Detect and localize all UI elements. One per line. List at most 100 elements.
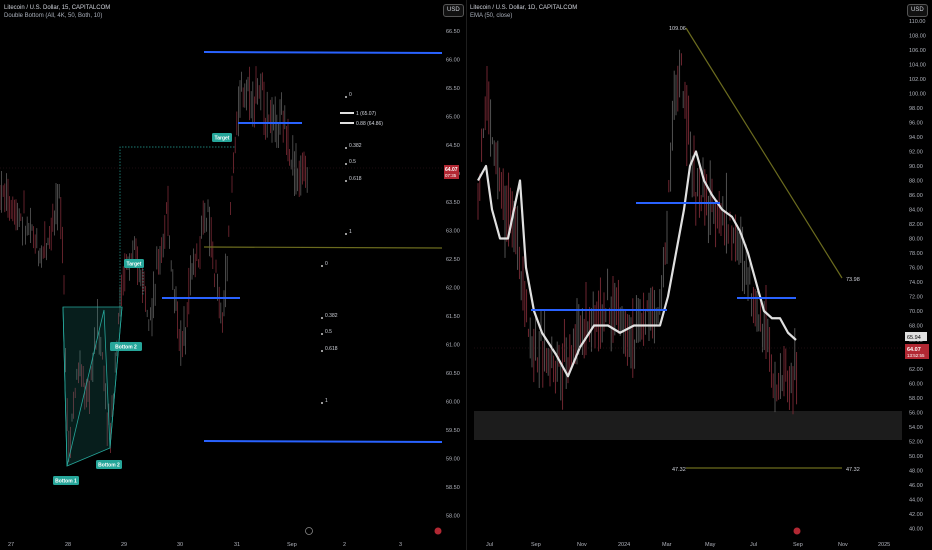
- right-currency-button[interactable]: USD: [907, 4, 928, 17]
- left-indicator-label[interactable]: Double Bottom (All, 4K, 50, Both, 10): [4, 12, 102, 20]
- fib-upper-0382: 0.382: [349, 143, 362, 149]
- right-time-tick: May: [705, 542, 716, 548]
- left-price-tick: 62.00: [446, 286, 460, 292]
- right-price-tick: 52.00: [909, 440, 923, 446]
- right-tv-logo-icon: [793, 527, 801, 535]
- right-time-tick: 2025: [878, 542, 890, 548]
- bottom-2-secondary-label: Bottom 2: [115, 345, 137, 351]
- left-time-tick: 2: [343, 542, 346, 548]
- left-price-tick: 62.50: [446, 257, 460, 263]
- left-time-tick: 3: [399, 542, 402, 548]
- left-price-tick: 61.00: [446, 343, 460, 349]
- fib-lower-0382: 0.382: [325, 313, 338, 319]
- right-price-tick: 106.00: [909, 48, 926, 54]
- right-price-tick: 88.00: [909, 179, 923, 185]
- fib-lower-0618-dot: [321, 350, 323, 352]
- fib-upper-0: 0: [349, 92, 352, 98]
- left-price-tick: 59.50: [446, 428, 460, 434]
- gray-zone-box: [474, 411, 902, 440]
- right-price-tick: 40.00: [909, 527, 923, 533]
- fib-lower-0382-dot: [321, 317, 323, 319]
- right-price-tick: 102.00: [909, 77, 926, 83]
- left-price-tick: 66.00: [446, 58, 460, 64]
- resistance-line-top: [203, 51, 443, 54]
- downtrend-line: [685, 27, 843, 279]
- right-indicator-label[interactable]: EMA (50, close): [470, 12, 512, 20]
- left-time-tick: 31: [234, 542, 240, 548]
- low-label-left: 47.32: [672, 467, 686, 473]
- left-price-tick: 59.00: [446, 457, 460, 463]
- left-price-tick: 66.50: [446, 29, 460, 35]
- right-price-tick: 108.00: [909, 34, 926, 40]
- fib-lower-1: 1: [325, 398, 328, 404]
- ema-value: 65.94: [907, 335, 921, 341]
- left-time-tick: 27: [8, 542, 14, 548]
- right-price-tick: 82.00: [909, 222, 923, 228]
- left-price-tick: 63.00: [446, 229, 460, 235]
- right-price-tick: 50.00: [909, 454, 923, 460]
- left-price-tick: 60.50: [446, 371, 460, 377]
- right-price-tick: 100.00: [909, 92, 926, 98]
- right-price-tick: 86.00: [909, 193, 923, 199]
- right-price-tick: 62.00: [909, 367, 923, 373]
- target-label-lower: Target: [127, 262, 142, 268]
- right-price-tick: 44.00: [909, 498, 923, 504]
- right-price-tick: 76.00: [909, 266, 923, 272]
- target-label-upper: Target: [215, 136, 230, 142]
- right-price-tick: 58.00: [909, 396, 923, 402]
- right-current-time: 13:52:55: [907, 353, 925, 358]
- midline-olive: [203, 246, 443, 249]
- right-price-tick: 60.00: [909, 382, 923, 388]
- right-price-tick: 74.00: [909, 280, 923, 286]
- support-line-bottom: [203, 440, 443, 443]
- right-price-tick: 46.00: [909, 483, 923, 489]
- right-price-tick: 94.00: [909, 135, 923, 141]
- pane-divider[interactable]: [466, 0, 467, 550]
- left-price-tick: 64.50: [446, 143, 460, 149]
- left-time-tick: 29: [121, 542, 127, 548]
- left-price-tick: 58.50: [446, 485, 460, 491]
- right-price-tick: 96.00: [909, 121, 923, 127]
- fib-upper-05-dot: [345, 163, 347, 165]
- fib-lower-0-dot: [321, 265, 323, 267]
- fib-upper-0618-dot: [345, 180, 347, 182]
- fib-upper-0382-dot: [345, 147, 347, 149]
- left-current-time: 07:35: [445, 173, 457, 178]
- right-price-tick: 98.00: [909, 106, 923, 112]
- left-price-tick: 65.50: [446, 86, 460, 92]
- left-currency-button[interactable]: USD: [443, 4, 464, 17]
- bottom-1-label: Bottom 1: [55, 479, 77, 485]
- high-label: 109.06: [669, 26, 686, 32]
- left-candles: [0, 66, 308, 462]
- right-time-tick: Jul: [486, 542, 493, 548]
- left-price-tick: 65.00: [446, 115, 460, 121]
- right-candles: [477, 49, 798, 415]
- left-reset-icon: [305, 527, 313, 535]
- left-time-tick: 30: [177, 542, 183, 548]
- fib-upper-088: 0.88 (64.86): [356, 121, 383, 127]
- right-price-tick: 104.00: [909, 63, 926, 69]
- right-price-tick: 78.00: [909, 251, 923, 257]
- fib-lower-05-dot: [321, 333, 323, 335]
- right-time-tick: Nov: [577, 542, 587, 548]
- right-price-tick: 56.00: [909, 411, 923, 417]
- right-price-tick: 70.00: [909, 309, 923, 315]
- right-chart-pane[interactable]: 110.00 108.00 106.00 104.00 102.00 100.00 98.0…: [474, 19, 929, 548]
- right-price-tick: 72.00: [909, 295, 923, 301]
- left-time-tick: Sep: [287, 542, 297, 548]
- right-time-tick: Sep: [793, 542, 803, 548]
- left-chart-pane[interactable]: 66.5066.0065.5065.0064.5064.0063.5063.00…: [0, 29, 460, 548]
- right-chart-title: Litecoin / U.S. Dollar, 1D, CAPITALCOM: [470, 5, 578, 11]
- right-time-tick: Jul: [750, 542, 757, 548]
- bottom-2-label: Bottom 2: [98, 463, 120, 469]
- right-price-tick: 48.00: [909, 469, 923, 475]
- fib-lower-0618: 0.618: [325, 346, 338, 352]
- right-time-tick: Mar: [662, 542, 672, 548]
- right-price-tick: 42.00: [909, 512, 923, 518]
- left-time-tick: 28: [65, 542, 71, 548]
- fib-upper-0618: 0.618: [349, 176, 362, 182]
- left-price-tick: 63.50: [446, 200, 460, 206]
- right-price-tick: 80.00: [909, 237, 923, 243]
- right-time-tick: 2024: [618, 542, 630, 548]
- right-price-tick: 90.00: [909, 164, 923, 170]
